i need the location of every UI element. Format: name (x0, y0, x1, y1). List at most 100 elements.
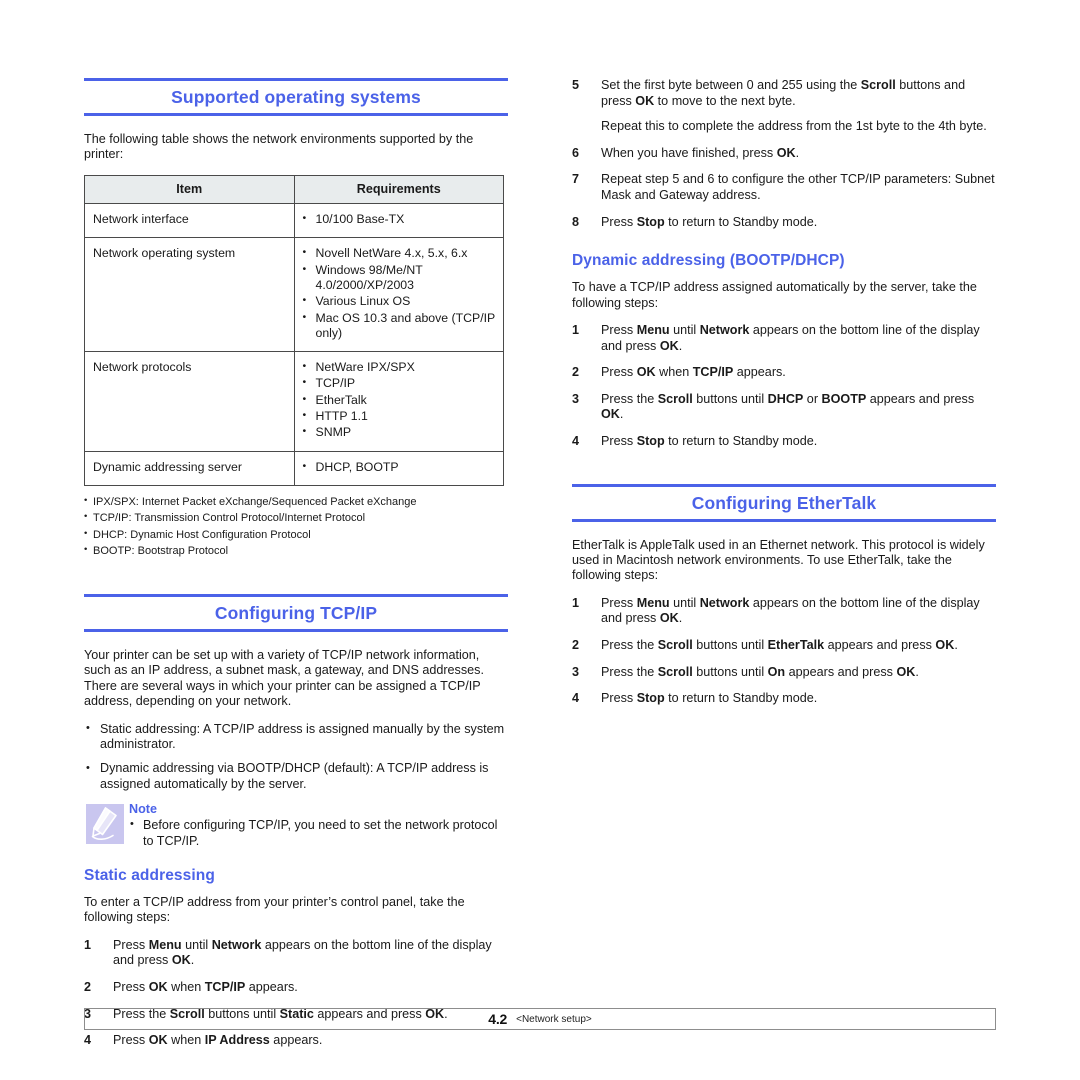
ethertalk-steps: 1 Press Menu until Network appears on th… (572, 596, 996, 707)
section-heading-configuring-ethertalk: Configuring EtherTalk (572, 483, 996, 522)
cell-requirements: DHCP, BOOTP (293, 450, 504, 486)
step-number: 4 (572, 691, 580, 706)
list-item: SNMP (301, 424, 498, 440)
step-number: 7 (572, 172, 580, 187)
cell-requirements: NetWare IPX/SPX TCP/IP EtherTalk HTTP 1.… (293, 351, 504, 452)
step-text: Press OK when TCP/IP appears. (113, 980, 298, 995)
list-item: Mac OS 10.3 and above (TCP/IP only) (301, 310, 498, 342)
cell-requirements: Novell NetWare 4.x, 5.x, 6.x Windows 98/… (293, 237, 504, 353)
subsection-heading-dynamic-addressing: Dynamic addressing (BOOTP/DHCP) (572, 252, 845, 270)
footnote-item: DHCP: Dynamic Host Configuration Protoco… (84, 526, 508, 544)
step-number: 2 (84, 980, 92, 995)
list-item: Before configuring TCP/IP, you need to s… (129, 817, 508, 849)
heading-rule-bottom (572, 518, 996, 522)
step-number: 5 (572, 78, 580, 92)
step-text: Press OK when IP Address appears. (113, 1033, 323, 1048)
step-item: 3 Press the Scroll buttons until On appe… (572, 665, 996, 681)
requirements-list: Novell NetWare 4.x, 5.x, 6.x Windows 98/… (301, 245, 498, 342)
step-text: Press Stop to return to Standby mode. (601, 433, 818, 448)
table-body: Network interface 10/100 Base-TX Network… (84, 203, 504, 486)
step-number: 3 (572, 664, 580, 679)
table-header-row: Item Requirements (84, 174, 504, 205)
list-item: Dynamic addressing via BOOTP/DHCP (defau… (84, 761, 508, 792)
step-number: 1 (84, 937, 92, 952)
list-item: Novell NetWare 4.x, 5.x, 6.x (301, 245, 498, 261)
step-text: Press Stop to return to Standby mode. (601, 214, 818, 229)
static-addressing-steps: 1 Press Menu until Network appears on th… (84, 938, 508, 1049)
left-column: Supported operating systems The followin… (84, 78, 508, 1060)
footnote-item: TCP/IP: Transmission Control Protocol/In… (84, 509, 508, 527)
step-item: 4 Press Stop to return to Standby mode. (572, 434, 996, 450)
pencil-note-icon (86, 804, 124, 845)
cell-item: Dynamic addressing server (84, 450, 295, 486)
list-item: Windows 98/Me/NT 4.0/2000/XP/2003 (301, 262, 498, 294)
step-item: 1 Press Menu until Network appears on th… (84, 938, 508, 969)
section-title: Supported operating systems (171, 87, 421, 107)
configuring-tcpip-intro: Your printer can be set up with a variet… (84, 647, 484, 709)
step-text: Set the first byte between 0 and 255 usi… (601, 78, 966, 108)
step-item: 1 Press Menu until Network appears on th… (572, 596, 996, 627)
section-title: Configuring EtherTalk (691, 492, 877, 513)
table-footnotes: IPX/SPX: Internet Packet eXchange/Sequen… (84, 493, 508, 560)
step-item: 3 Press the Scroll buttons until DHCP or… (572, 392, 996, 423)
list-item: Various Linux OS (301, 293, 498, 309)
step-number: 2 (572, 637, 580, 652)
ethertalk-intro: EtherTalk is AppleTalk used in an Ethern… (572, 537, 985, 583)
column-header-item: Item (84, 174, 295, 205)
supported-os-intro: The following table shows the network en… (84, 132, 474, 162)
page-number: 4.2 (488, 1011, 508, 1027)
step-number: 1 (572, 595, 580, 610)
list-item: Static addressing: A TCP/IP address is a… (84, 721, 508, 753)
step-number: 4 (84, 1033, 92, 1048)
footnote-item: IPX/SPX: Internet Packet eXchange/Sequen… (84, 493, 508, 511)
network-environments-table: Item Requirements Network interface 10/1… (84, 174, 504, 486)
list-item: TCP/IP (301, 375, 498, 391)
requirements-list: 10/100 Base-TX (301, 211, 498, 227)
table-row: Network protocols NetWare IPX/SPX TCP/IP… (84, 351, 504, 452)
footnote-item: BOOTP: Bootstrap Protocol (84, 542, 508, 560)
list-item: EtherTalk (301, 392, 498, 408)
note-title: Note (129, 802, 157, 817)
cell-item: Network operating system (84, 237, 295, 353)
table-row: Dynamic addressing server DHCP, BOOTP (84, 450, 504, 486)
table-row: Network interface 10/100 Base-TX (84, 203, 504, 239)
step-item: 4 Press OK when IP Address appears. (84, 1033, 508, 1049)
step-text: Press Menu until Network appears on the … (601, 322, 980, 353)
section-heading-supported-operating-systems: Supported operating systems (84, 78, 508, 116)
heading-rule-bottom (84, 628, 508, 632)
column-header-requirements: Requirements (293, 174, 504, 205)
section-title: Configuring TCP/IP (214, 602, 378, 623)
subsection-heading-static-addressing: Static addressing (84, 867, 215, 885)
note-list: Before configuring TCP/IP, you need to s… (129, 817, 508, 849)
page-footer: 4.2 <Network setup> (84, 1008, 996, 1030)
step-number: 4 (572, 433, 580, 448)
step-item: 8 Press Stop to return to Standby mode. (572, 215, 996, 231)
footer-section-label: <Network setup> (516, 1013, 592, 1025)
step-item: 6 When you have finished, press OK. (572, 146, 996, 162)
step-text: Press the Scroll buttons until On appear… (601, 664, 919, 679)
heading-rule-bottom (84, 113, 508, 116)
step-item: 4 Press Stop to return to Standby mode. (572, 691, 996, 707)
step-number: 1 (572, 322, 580, 337)
step-text: When you have finished, press OK. (601, 145, 800, 160)
step-number: 6 (572, 145, 580, 160)
document-page: Supported operating systems The followin… (0, 0, 1080, 1080)
cell-requirements: 10/100 Base-TX (293, 203, 504, 239)
step-text: Press Stop to return to Standby mode. (601, 691, 818, 706)
step-text: Press the Scroll buttons until EtherTalk… (601, 637, 958, 652)
addressing-method-list: Static addressing: A TCP/IP address is a… (84, 721, 508, 793)
step-number: 8 (572, 214, 580, 229)
step-number: 3 (572, 391, 580, 406)
step-number: 2 (572, 365, 580, 380)
list-item: DHCP, BOOTP (301, 459, 498, 475)
step-text: Press the Scroll buttons until DHCP or B… (601, 391, 975, 422)
step-item: 2 Press OK when TCP/IP appears. (84, 980, 508, 996)
step-item: 5 Set the first byte between 0 and 255 u… (572, 78, 996, 135)
static-addressing-intro: To enter a TCP/IP address from your prin… (84, 895, 465, 925)
note-box: Note Before configuring TCP/IP, you need… (84, 802, 508, 849)
requirements-list: DHCP, BOOTP (301, 459, 498, 475)
requirements-list: NetWare IPX/SPX TCP/IP EtherTalk HTTP 1.… (301, 359, 498, 440)
dynamic-addressing-steps: 1 Press Menu until Network appears on th… (572, 323, 996, 450)
table-head: Item Requirements (84, 174, 504, 205)
step-text: Press Menu until Network appears on the … (113, 937, 492, 968)
